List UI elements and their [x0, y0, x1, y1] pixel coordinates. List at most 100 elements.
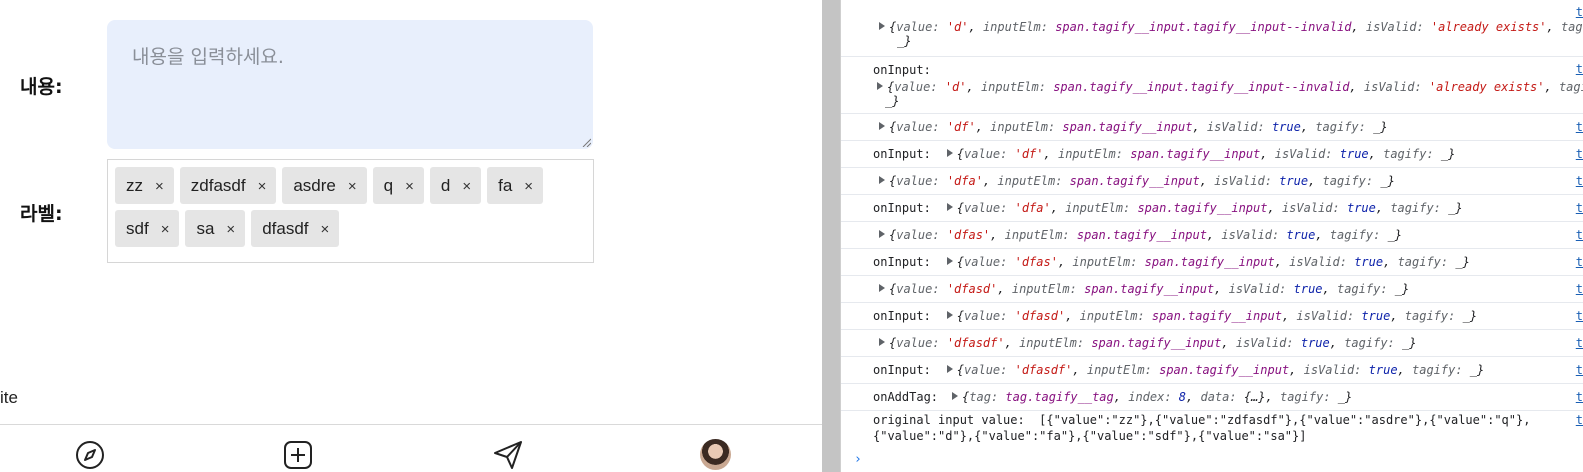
source-link[interactable]: t	[1576, 363, 1583, 377]
resize-grip-icon[interactable]	[581, 137, 591, 147]
console-object[interactable]: {value: 'd', inputElm: span.tagify__inpu…	[889, 20, 1583, 34]
tag-chip[interactable]: sdf ×	[115, 210, 180, 247]
tag-chip[interactable]: q ×	[372, 167, 424, 204]
console-object[interactable]: {value: 'df', inputElm: span.tagify__inp…	[889, 120, 1388, 134]
console-log-row[interactable]: {value: 'df', inputElm: span.tagify__inp…	[841, 114, 1583, 141]
expand-triangle-icon[interactable]	[877, 82, 883, 90]
console-object[interactable]: {value: 'dfa', inputElm: span.tagify__in…	[957, 201, 1463, 215]
console-object[interactable]: {value: 'dfasdf', inputElm: span.tagify_…	[957, 363, 1484, 377]
source-link[interactable]: t	[1576, 255, 1583, 269]
tag-label: asdre	[293, 176, 336, 195]
console-message: {value: 'dfasdf', inputElm: span.tagify_…	[879, 336, 1416, 350]
tag-chip[interactable]: zdfasdf ×	[179, 167, 277, 204]
expand-triangle-icon[interactable]	[879, 176, 885, 184]
console-log-row[interactable]: {value: 'dfa', inputElm: span.tagify__in…	[841, 168, 1583, 195]
console-message: {value: 'dfas', inputElm: span.tagify__i…	[879, 228, 1402, 242]
console-object[interactable]: {value: 'dfasd', inputElm: span.tagify__…	[889, 282, 1409, 296]
console-message: onAddTag: {tag: tag.tagify__tag, index: 8…	[873, 390, 1352, 404]
tag-label: sa	[196, 219, 215, 238]
console-log-row[interactable]: onInput: {value: 'dfasdf', inputElm: span…	[841, 357, 1583, 384]
tag-remove-icon[interactable]: ×	[405, 178, 414, 195]
console-prefix: onInput:	[873, 363, 931, 377]
source-link[interactable]: t	[1576, 62, 1583, 76]
avatar[interactable]	[700, 439, 731, 470]
console-object[interactable]: {value: 'dfa', inputElm: span.tagify__in…	[889, 174, 1395, 188]
tag-chip[interactable]: sa ×	[185, 210, 246, 247]
console-log-row[interactable]: onInput: {value: 'df', inputElm: span.tag…	[841, 141, 1583, 168]
console-log-row[interactable]: onInput: {value: 'dfasd', inputElm: span.…	[841, 303, 1583, 330]
console-message: onInput: {value: 'df', inputElm: span.tag…	[873, 147, 1455, 161]
console-log-row[interactable]: original input value: [{"value":"zz"},{"…	[841, 411, 1583, 449]
tag-remove-icon[interactable]: ×	[462, 178, 471, 195]
source-link[interactable]: t	[1576, 282, 1583, 296]
console-message: onInput: {value: 'dfasd', inputElm: span.…	[873, 309, 1477, 323]
tag-chip[interactable]: asdre ×	[282, 167, 367, 204]
console-log-row[interactable]: {value: 'd', inputElm: span.tagify__inpu…	[841, 0, 1583, 57]
source-link[interactable]: t	[1576, 390, 1583, 404]
plus-square-icon[interactable]	[282, 439, 314, 471]
console-object[interactable]: {value: 'dfas', inputElm: span.tagify__i…	[957, 255, 1470, 269]
send-icon[interactable]	[492, 439, 524, 471]
source-link[interactable]: t	[1576, 228, 1583, 242]
tag-label: dfasdf	[262, 219, 309, 238]
source-link[interactable]: t	[1576, 5, 1583, 19]
expand-triangle-icon[interactable]	[946, 149, 953, 157]
tag-chip[interactable]: dfasdf ×	[251, 210, 340, 247]
source-link[interactable]: t	[1576, 174, 1583, 188]
expand-triangle-icon[interactable]	[879, 122, 885, 130]
expand-triangle-icon[interactable]	[879, 22, 885, 30]
tag-chip[interactable]: fa ×	[487, 167, 544, 204]
console-object[interactable]: {value: 'dfasd', inputElm: span.tagify__…	[957, 309, 1477, 323]
source-link[interactable]: t	[1576, 201, 1583, 215]
console-log-row[interactable]: onInput: {value: 'd', inputElm: span.tagi…	[841, 57, 1583, 114]
label-label: 라벨:	[20, 203, 63, 225]
tag-remove-icon[interactable]: ×	[161, 221, 170, 238]
compass-icon[interactable]	[74, 439, 106, 471]
console-log-row[interactable]: onInput: {value: 'dfas', inputElm: span.t…	[841, 249, 1583, 276]
tag-remove-icon[interactable]: ×	[226, 221, 235, 238]
expand-triangle-icon[interactable]	[946, 257, 953, 265]
source-link[interactable]: t	[1576, 413, 1583, 427]
tag-remove-icon[interactable]: ×	[258, 178, 267, 195]
expand-triangle-icon[interactable]	[879, 284, 885, 292]
tag-input-box[interactable]: zz × zdfasdf × asdre × q × d × fa × sdf × sa × dfasdf ×	[107, 159, 594, 263]
console-message: onInput: {value: 'd', inputElm: span.tagi…	[873, 63, 1583, 108]
source-link[interactable]: t	[1576, 336, 1583, 350]
console-message: {value: 'd', inputElm: span.tagify__inpu…	[879, 20, 1583, 48]
source-link[interactable]: t	[1576, 147, 1583, 161]
console-prefix: onAddTag:	[873, 390, 939, 404]
expand-triangle-icon[interactable]	[946, 311, 953, 319]
expand-triangle-icon[interactable]	[879, 338, 885, 346]
tag-remove-icon[interactable]: ×	[321, 221, 330, 238]
expand-triangle-icon[interactable]	[946, 203, 953, 211]
console-message: onInput: {value: 'dfa', inputElm: span.ta…	[873, 201, 1463, 215]
console-object[interactable]: {value: 'dfasdf', inputElm: span.tagify_…	[889, 336, 1416, 350]
console-object[interactable]: {value: 'df', inputElm: span.tagify__inp…	[957, 147, 1456, 161]
console-log-row[interactable]: {value: 'dfasd', inputElm: span.tagify__…	[841, 276, 1583, 303]
tag-chip[interactable]: d ×	[429, 167, 482, 204]
source-link[interactable]: t	[1576, 120, 1583, 134]
console-prefix: onInput:	[873, 201, 931, 215]
console-prompt[interactable]: ›	[854, 452, 862, 467]
console-message: onInput: {value: 'dfasdf', inputElm: span…	[873, 363, 1484, 377]
console-object[interactable]: {value: 'd', inputElm: span.tagify__inpu…	[887, 80, 1583, 94]
console-log-row[interactable]: {value: 'dfas', inputElm: span.tagify__i…	[841, 222, 1583, 249]
tag-label: fa	[498, 176, 513, 195]
tag-remove-icon[interactable]: ×	[348, 178, 357, 195]
source-link[interactable]: t	[1576, 309, 1583, 323]
expand-triangle-icon[interactable]	[952, 392, 959, 400]
expand-triangle-icon[interactable]	[879, 230, 885, 238]
console-object[interactable]: {tag: tag.tagify__tag, index: 8, data: {…	[962, 390, 1352, 404]
tag-remove-icon[interactable]: ×	[524, 178, 533, 195]
console-log-row[interactable]: {value: 'dfasdf', inputElm: span.tagify_…	[841, 330, 1583, 357]
tag-chip[interactable]: zz ×	[115, 167, 174, 204]
pane-scrollbar[interactable]	[822, 0, 840, 472]
content-placeholder: 내용을 입력하세요.	[132, 46, 284, 68]
console-log-row[interactable]: onInput: {value: 'dfa', inputElm: span.ta…	[841, 195, 1583, 222]
bottom-nav	[0, 424, 822, 472]
expand-triangle-icon[interactable]	[946, 365, 953, 373]
console-log-row[interactable]: onAddTag: {tag: tag.tagify__tag, index: 8…	[841, 384, 1583, 411]
console-object[interactable]: {value: 'dfas', inputElm: span.tagify__i…	[889, 228, 1402, 242]
tag-remove-icon[interactable]: ×	[155, 178, 164, 195]
content-textarea[interactable]: 내용을 입력하세요.	[107, 20, 593, 149]
